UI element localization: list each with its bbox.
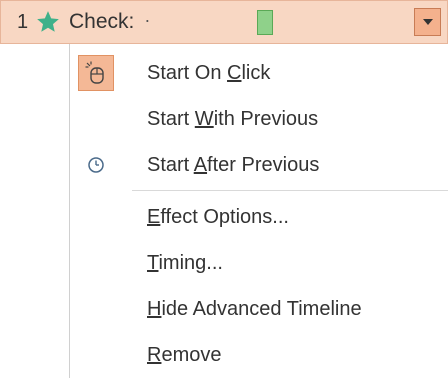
menu-item-label: Start On Click <box>147 61 271 84</box>
menu-item-label: Effect Options... <box>147 205 289 228</box>
menu-item-label: Start With Previous <box>147 107 319 130</box>
menu-separator <box>132 190 448 191</box>
clock-icon <box>88 157 104 173</box>
menu-item-hide-advanced-timeline[interactable]: Hide Advanced Timeline <box>70 287 448 331</box>
menu-item-remove[interactable]: Remove <box>70 333 448 377</box>
menu-item-start-on-click[interactable]: Start On Click <box>70 51 448 95</box>
animation-dropdown-button[interactable] <box>414 8 441 36</box>
menu-item-icon-slot <box>78 147 114 183</box>
animation-context-menu: Start On Click Start With Previous Start… <box>69 44 448 378</box>
animation-list-item[interactable]: 1 Check: · <box>0 0 448 44</box>
animation-target-dot: · <box>144 10 151 30</box>
mouse-click-icon <box>85 61 104 84</box>
animation-pane: 1 Check: · Start On Click Start With Pre… <box>0 0 448 378</box>
menu-item-label: Remove <box>147 343 222 366</box>
timeline-bar <box>257 10 273 35</box>
menu-item-effect-options[interactable]: Effect Options... <box>70 195 448 239</box>
menu-item-label: Start After Previous <box>147 153 320 176</box>
animation-order-number: 1 <box>17 10 29 33</box>
menu-item-label: Hide Advanced Timeline <box>147 297 362 320</box>
menu-item-timing[interactable]: Timing... <box>70 241 448 285</box>
star-icon <box>37 11 59 32</box>
menu-item-start-with-previous[interactable]: Start With Previous <box>70 97 448 141</box>
animation-name: Check: <box>69 10 135 33</box>
chevron-down-icon <box>422 19 433 25</box>
menu-item-start-after-previous[interactable]: Start After Previous <box>70 143 448 187</box>
menu-item-label: Timing... <box>147 251 223 274</box>
menu-item-checked-indicator <box>78 55 114 91</box>
